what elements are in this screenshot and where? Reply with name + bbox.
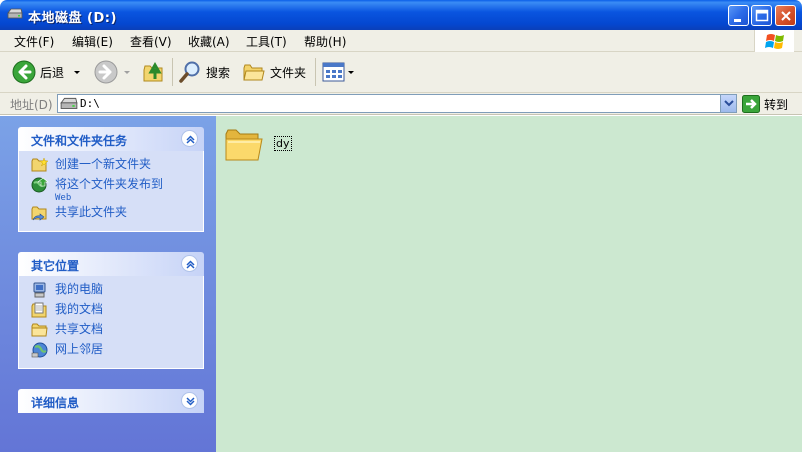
address-label: 地址(D) [10,98,53,112]
minimize-button[interactable] [728,5,749,26]
task-label: 将这个文件夹发布到 Web [55,177,163,205]
search-button[interactable]: 搜索 [178,60,230,84]
task-share-folder[interactable]: 共享此文件夹 [31,205,203,225]
folders-label: 文件夹 [270,65,307,80]
folder-name[interactable]: dy [274,136,292,151]
task-label: 我的电脑 [55,282,104,296]
task-label-text: 将这个文件夹发布到 [55,177,164,191]
folder-icon [225,129,263,161]
back-arrow-icon [12,60,36,84]
panel-header[interactable]: 其它位置 [18,252,204,276]
network-places-icon [31,342,48,358]
details-panel: 详细信息 [18,389,204,413]
my-computer-icon [33,282,46,298]
folder-item-dy[interactable]: dy [224,126,292,164]
maximize-icon [755,9,769,22]
up-folder-icon [143,61,163,82]
chevron-up-icon [186,135,195,144]
forward-button[interactable] [94,60,118,84]
place-network[interactable]: 网上邻居 [31,342,203,362]
toolbar-separator [172,58,173,86]
menu-file[interactable]: 文件(F) [14,33,54,50]
close-icon [781,11,791,21]
task-new-folder[interactable]: 创建一个新文件夹 [31,157,203,177]
maximize-button[interactable] [751,5,772,26]
drive-icon [7,8,23,19]
new-folder-icon [31,157,49,172]
dropdown-arrow-icon [74,71,80,74]
toolbar: 后退 搜索 文件夹 [0,52,802,93]
chevron-down-icon [724,100,734,107]
go-label: 转到 [764,97,789,112]
chevron-up-icon [186,260,195,269]
back-history-dropdown[interactable] [72,60,82,84]
views-icon [322,62,354,82]
task-label: 共享此文件夹 [55,205,128,219]
up-folder-button[interactable] [142,60,166,84]
windows-logo-icon [765,34,784,49]
minimize-icon [734,19,741,22]
toolbar-separator [315,58,316,86]
task-label: 共享文档 [55,322,104,336]
back-button[interactable]: 后退 [12,60,64,84]
collapse-button[interactable] [181,255,198,272]
address-value: D:\ [80,97,100,110]
close-button[interactable] [775,5,796,26]
panel-title: 文件和文件夹任务 [31,134,128,148]
menu-favorites[interactable]: 收藏(A) [188,33,230,50]
drive-icon [60,97,78,109]
address-bar: 地址(D) D:\ 转到 [0,93,802,115]
chevron-down-icon [186,397,195,406]
panel-body: 我的电脑 我的文档 共享文档 网上邻居 [18,276,204,369]
file-folder-tasks-panel: 文件和文件夹任务 创建一个新文件夹 将这个文件夹发布到 Web 共享此文件夹 [18,127,204,232]
menu-view[interactable]: 查看(V) [130,33,172,50]
menu-tools[interactable]: 工具(T) [246,33,287,50]
address-dropdown-button[interactable] [720,95,736,112]
back-label: 后退 [40,65,65,80]
address-input[interactable]: D:\ [57,94,737,113]
dropdown-arrow-disabled-icon [124,71,130,74]
task-label: 我的文档 [55,302,104,316]
panel-body: 创建一个新文件夹 将这个文件夹发布到 Web 共享此文件夹 [18,151,204,232]
views-button[interactable] [322,60,356,84]
task-publish-web[interactable]: 将这个文件夹发布到 Web [31,177,203,205]
title-bar[interactable]: 本地磁盘 (D:) [0,0,802,30]
task-pane: 文件和文件夹任务 创建一个新文件夹 将这个文件夹发布到 Web 共享此文件夹 其… [0,116,216,452]
menu-edit[interactable]: 编辑(E) [72,33,113,50]
place-my-computer[interactable]: 我的电脑 [31,282,203,302]
expand-button[interactable] [181,392,198,409]
search-label: 搜索 [206,65,231,80]
window-title: 本地磁盘 (D:) [28,11,117,26]
place-shared-documents[interactable]: 共享文档 [31,322,203,342]
collapse-button[interactable] [181,130,198,147]
panel-header[interactable]: 文件和文件夹任务 [18,127,204,151]
panel-title: 详细信息 [31,396,80,410]
forward-arrow-icon [94,60,118,84]
forward-history-dropdown[interactable] [122,60,132,84]
place-my-documents[interactable]: 我的文档 [31,302,203,322]
task-label: 网上邻居 [55,342,104,356]
task-label: 创建一个新文件夹 [55,157,152,171]
publish-web-icon [31,177,49,193]
folders-icon [243,64,265,81]
panel-title: 其它位置 [31,259,80,273]
folders-button[interactable]: 文件夹 [242,60,306,84]
file-list-area[interactable]: dy [216,116,802,452]
go-button[interactable]: 转到 [742,95,788,113]
menu-bar: 文件(F) 编辑(E) 查看(V) 收藏(A) 工具(T) 帮助(H) [0,30,802,52]
search-icon [179,61,200,83]
share-folder-icon [31,206,47,221]
task-label-sub: Web [55,193,72,203]
shared-documents-icon [31,323,48,337]
my-documents-icon [31,302,47,318]
other-places-panel: 其它位置 我的电脑 我的文档 共享文档 网上邻居 [18,252,204,369]
windows-logo [754,30,794,52]
go-arrow-icon [742,95,760,113]
panel-header[interactable]: 详细信息 [18,389,204,413]
menu-help[interactable]: 帮助(H) [304,33,346,50]
